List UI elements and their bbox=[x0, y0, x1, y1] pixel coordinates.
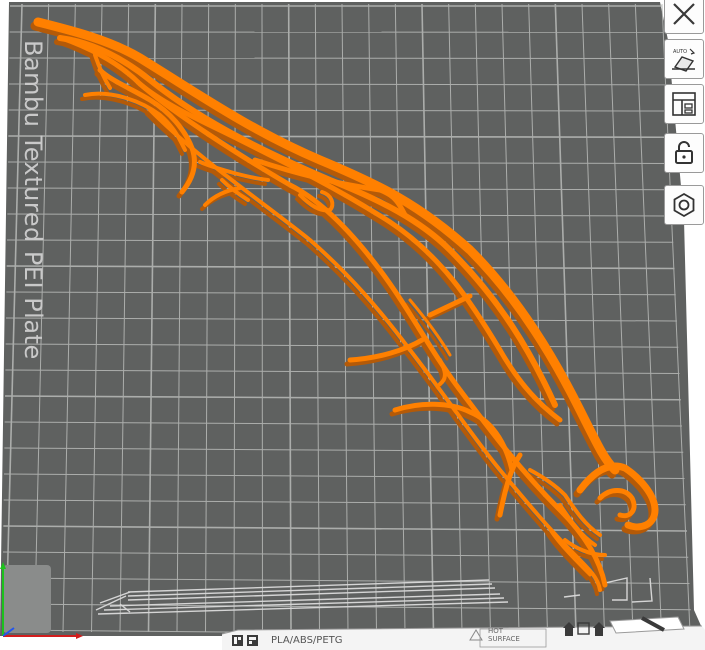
hot-surface-label: HOT SURFACE bbox=[488, 627, 520, 643]
hot-surface-line-2: SURFACE bbox=[488, 635, 520, 643]
filament-type-label: PLA/ABS/PETG bbox=[271, 635, 343, 646]
3d-viewport[interactable]: Bambu Textured PEI Plate AUTO PLA/ABS/PE… bbox=[0, 0, 705, 650]
hot-surface-line-1: HOT bbox=[488, 627, 504, 635]
plate-label-strip bbox=[221, 616, 705, 650]
